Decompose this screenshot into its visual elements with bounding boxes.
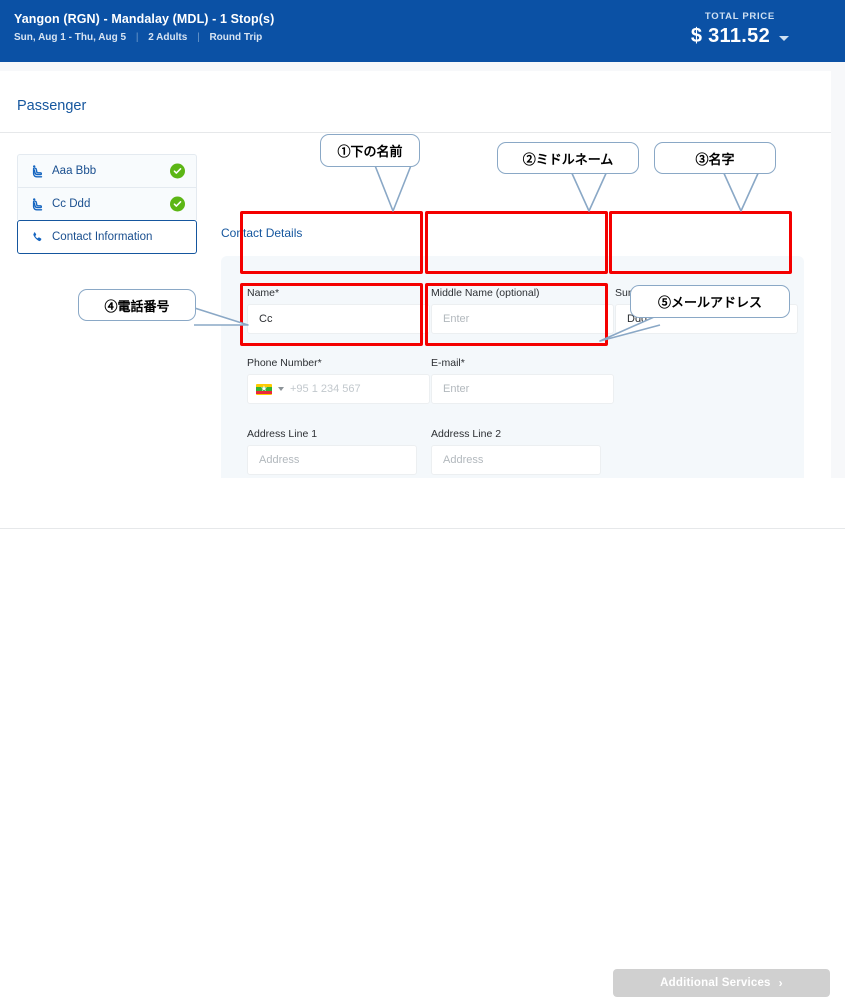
field-phone-number: Phone Number* ★ +95 1 234 567 [247,357,430,404]
phone-placeholder: +95 1 234 567 [290,383,361,395]
field-email: E-mail* Enter [431,357,614,404]
phone-number-input[interactable]: ★ +95 1 234 567 [247,374,430,404]
name-input[interactable]: Cc [247,304,430,334]
total-price-value: $ 311.52 [690,25,770,47]
meta-separator-1: | [135,32,139,43]
header-gap [0,62,845,71]
trip-type: Round Trip [209,32,263,43]
middle-name-input[interactable]: Enter [431,304,614,334]
total-price-row[interactable]: $ 311.52 [691,25,789,48]
callout-3: ③名字 [654,142,776,174]
field-name: Name* Cc [247,287,430,334]
field-label: Address Line 2 [431,428,502,440]
seat-icon [29,196,45,212]
callout-5: ⑤メールアドレス [630,285,790,318]
field-label: E-mail* [431,357,465,369]
callout-2: ②ミドルネーム [497,142,639,174]
sidebar-item-label: Contact Information [52,231,153,243]
meta-separator-2: | [197,32,200,43]
additional-services-label: Additional Services [660,977,771,989]
page-footer: Additional Services › [0,478,845,997]
sidebar-item-passenger-2[interactable]: Cc Ddd [17,187,197,220]
address-line-2-input[interactable]: Address [431,445,601,475]
seat-icon [29,163,45,179]
sidebar-item-passenger-1[interactable]: Aaa Bbb [17,154,197,187]
field-address-line-2: Address Line 2 Address [431,428,601,475]
total-price-label: TOTAL PRICE [704,11,775,22]
email-input[interactable]: Enter [431,374,614,404]
trip-meta: Sun, Aug 1 - Thu, Aug 5 | 2 Adults | Rou… [14,32,274,43]
sidebar-item-label: Aaa Bbb [52,165,97,177]
flight-summary: Yangon (RGN) - Mandalay (MDL) - 1 Stop(s… [14,12,274,43]
sidebar-item-label: Cc Ddd [52,198,91,210]
phone-icon [29,229,45,245]
trip-dates: Sun, Aug 1 - Thu, Aug 5 [14,32,127,43]
callout-1: ①下の名前 [320,134,420,167]
title-divider [0,132,831,133]
myanmar-flag-icon: ★ [256,383,272,395]
field-middle-name: Middle Name (optional) Enter [431,287,614,334]
field-address-line-1: Address Line 1 Address [247,428,417,475]
route-title: Yangon (RGN) - Mandalay (MDL) - 1 Stop(s… [14,12,275,26]
check-circle-icon [170,196,185,212]
additional-services-button[interactable]: Additional Services › [613,969,830,997]
field-label: Address Line 1 [247,428,318,440]
sidebar-item-contact-information[interactable]: Contact Information [17,220,197,254]
footer-divider [0,528,845,529]
address-line-1-input[interactable]: Address [247,445,417,475]
passenger-card: Passenger Aaa Bbb Cc Ddd Contact Informa… [0,71,831,478]
field-label: Phone Number* [247,357,322,369]
page-title: Passenger [17,98,87,114]
chevron-down-icon[interactable] [278,387,284,391]
passenger-sidebar: Aaa Bbb Cc Ddd Contact Information [17,154,197,254]
check-circle-icon [170,163,185,179]
page-right-margin [831,71,845,478]
field-label: Middle Name (optional) [431,287,540,299]
callout-4: ④電話番号 [78,289,196,321]
chevron-down-icon[interactable] [779,36,789,41]
passenger-count: 2 Adults [148,32,188,43]
total-price-block[interactable]: TOTAL PRICE $ 311.52 [691,11,789,48]
chevron-right-icon: › [778,976,783,990]
app-header: Yangon (RGN) - Mandalay (MDL) - 1 Stop(s… [0,0,845,62]
section-title: Contact Details [221,226,303,240]
field-label: Name* [247,287,280,299]
